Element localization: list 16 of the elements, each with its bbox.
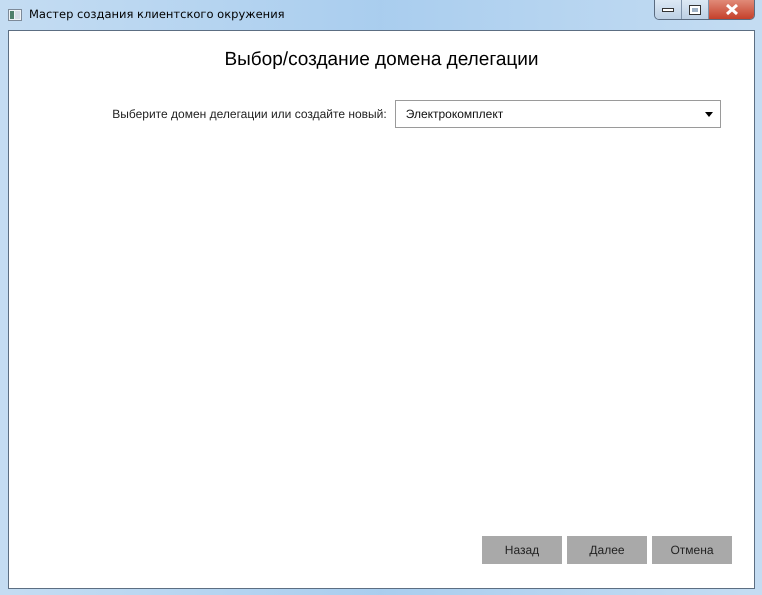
- domain-label: Выберите домен делегации или создайте новый:: [112, 107, 387, 121]
- maximize-icon: [689, 4, 701, 14]
- domain-value: Электрокомплект: [406, 107, 504, 121]
- close-icon: [724, 4, 738, 15]
- window-app-icon: [8, 9, 22, 21]
- maximize-button[interactable]: [682, 0, 709, 19]
- minimize-button[interactable]: [655, 0, 682, 19]
- next-button[interactable]: Далее: [567, 536, 647, 564]
- caret-icon: [704, 112, 713, 116]
- domain-dropdown[interactable]: Электрокомплект: [394, 100, 721, 128]
- cancel-button[interactable]: Отмена: [652, 536, 732, 564]
- page-heading: Выбор/создание домена делегации: [224, 49, 539, 71]
- back-button[interactable]: Назад: [482, 536, 562, 564]
- close-button[interactable]: [709, 0, 754, 19]
- window-title: Мастер создания клиентского окружения: [29, 7, 285, 21]
- minimize-icon: [662, 6, 674, 12]
